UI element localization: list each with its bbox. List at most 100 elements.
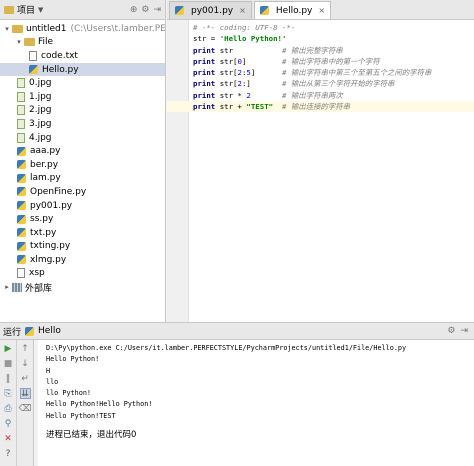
tree-item[interactable]: xlmg.py xyxy=(0,253,165,267)
tree-item-label: Hello.py xyxy=(42,64,79,75)
code-token: str[ xyxy=(215,56,238,66)
hide-icon[interactable]: ⇥ xyxy=(460,326,468,336)
tree-item[interactable]: code.txt xyxy=(0,49,165,63)
print-icon[interactable]: ⎙ xyxy=(3,403,14,414)
tree-item[interactable]: txting.py xyxy=(0,240,165,254)
tree-item-label: 外部库 xyxy=(25,283,53,294)
tree-item-label: txting.py xyxy=(30,241,71,252)
soft-wrap-icon[interactable]: ↵ xyxy=(20,373,31,384)
tree-item[interactable]: aaa.py xyxy=(0,144,165,158)
code-token: # 输出字符串两次 xyxy=(282,90,343,100)
tree-item-label: code.txt xyxy=(41,50,78,61)
tree-item-label: xsp xyxy=(29,268,45,279)
close-icon[interactable]: × xyxy=(239,6,246,15)
tree-item[interactable]: 3.jpg xyxy=(0,117,165,131)
tree-item-path: (C:\Users\t.lamber.PERFECTSTYLE... xyxy=(70,23,165,34)
python-file-icon xyxy=(17,241,26,251)
tree-item[interactable]: txt.py xyxy=(0,226,165,240)
arrow-down-icon[interactable]: ↓ xyxy=(20,358,31,369)
code-token: str[ xyxy=(215,79,238,89)
chevron-right-icon[interactable]: ▸ xyxy=(3,283,11,291)
folder-icon xyxy=(12,24,23,33)
tree-item[interactable]: xsp xyxy=(0,267,165,281)
sync-icon[interactable]: ⊕ xyxy=(130,5,138,15)
editor-tab[interactable]: py001.py × xyxy=(169,1,252,19)
gear-icon[interactable]: ⚙ xyxy=(141,5,149,15)
tree-item[interactable]: Hello.py xyxy=(0,62,165,77)
tree-item[interactable]: ber.py xyxy=(0,158,165,172)
console-line: Hello Python!TEST xyxy=(46,411,116,420)
project-panel-header[interactable]: 项目 ▼ ⊕ ⚙ ⇥ xyxy=(0,0,165,20)
code-line[interactable]: print str[0] # 输出字符串中的第一个字符 xyxy=(193,56,474,67)
code-token: print xyxy=(193,68,216,78)
code-token: print xyxy=(193,56,216,66)
tree-item[interactable]: lam.py xyxy=(0,172,165,186)
arrow-up-icon[interactable]: ↑ xyxy=(20,343,31,354)
python-file-icon xyxy=(17,228,26,238)
tree-item[interactable]: ss.py xyxy=(0,212,165,226)
code-token: print xyxy=(193,45,216,55)
pause-icon[interactable]: ‖ xyxy=(3,373,14,384)
tree-item[interactable]: OpenFine.py xyxy=(0,185,165,199)
tree-item[interactable]: ▾ untitled1(C:\Users\t.lamber.PERFECTSTYL… xyxy=(0,22,165,36)
python-file-icon xyxy=(29,65,38,75)
tree-item[interactable]: 1.jpg xyxy=(0,90,165,104)
code-line[interactable]: print str * 2 # 输出字符串两次 xyxy=(193,90,474,101)
code-token: print xyxy=(193,102,216,112)
editor-tab[interactable]: Hello.py × xyxy=(253,1,332,19)
tree-item-label: 2.jpg xyxy=(29,105,52,116)
code-token: # -*- coding: UTF-8 -*- xyxy=(193,23,296,32)
code-line[interactable]: print str[2:5] # 输出字符串中第三个至第五个之间的字符串 xyxy=(193,67,474,78)
run-toolbar-primary: ▶ ■ ‖ ⎘ ⎙ ⚲ ✕ ? xyxy=(0,340,17,466)
tree-item-label: File xyxy=(38,37,54,48)
restore-layout-icon[interactable]: ⎘ xyxy=(3,388,14,399)
close-icon[interactable]: ✕ xyxy=(3,433,14,444)
code-line[interactable]: print str # 输出完整字符串 xyxy=(193,45,474,56)
hide-icon[interactable]: ⇥ xyxy=(153,5,161,15)
editor-gutter[interactable] xyxy=(167,20,189,322)
code-area[interactable]: # -*- coding: UTF-8 -*- str = 'Hello Pyth… xyxy=(167,22,474,113)
code-token: 'Hello Python!' xyxy=(219,34,287,44)
python-file-icon xyxy=(17,255,26,265)
stop-icon[interactable]: ■ xyxy=(3,358,14,369)
code-token: # 输出字符串中的第一个字符 xyxy=(282,56,380,66)
python-file-icon xyxy=(259,6,269,15)
close-icon[interactable]: × xyxy=(318,6,325,15)
tree-item-label: OpenFine.py xyxy=(30,186,87,197)
library-icon xyxy=(12,282,22,292)
code-line[interactable]: print str[2:] # 输出从第三个字符开始的字符串 xyxy=(193,78,474,89)
tree-item[interactable]: 4.jpg xyxy=(0,131,165,145)
chevron-down-icon[interactable]: ▼ xyxy=(38,6,43,14)
code-token: str xyxy=(215,45,282,55)
tree-item-label: txt.py xyxy=(30,227,57,238)
chevron-down-icon[interactable]: ▾ xyxy=(3,25,11,33)
code-line[interactable]: str = 'Hello Python!' xyxy=(193,33,474,44)
code-line[interactable]: # -*- coding: UTF-8 -*- xyxy=(193,22,474,33)
python-file-icon xyxy=(17,201,26,211)
clear-all-icon[interactable]: ⌫ xyxy=(19,403,32,414)
rerun-icon[interactable]: ▶ xyxy=(3,343,14,354)
run-config-name[interactable]: Hello xyxy=(38,326,61,336)
tree-item[interactable]: ▾ File xyxy=(0,36,165,50)
tree-item-label: untitled1 xyxy=(26,23,67,34)
image-file-icon xyxy=(17,105,25,116)
tree-item[interactable]: 2.jpg xyxy=(0,104,165,118)
tree-item[interactable]: 0.jpg xyxy=(0,76,165,90)
python-file-icon xyxy=(17,146,26,156)
help-icon[interactable]: ? xyxy=(3,448,14,459)
project-panel-title: 项目 xyxy=(17,6,36,16)
code-line[interactable]: print str + "TEST" # 输出连接的字符串 xyxy=(167,101,474,113)
tree-item[interactable]: py001.py xyxy=(0,199,165,213)
run-console-output[interactable]: D:\Py\python.exe C:/Users/it.lamber.PERF… xyxy=(38,340,474,466)
python-file-icon xyxy=(17,173,26,183)
chevron-down-icon[interactable]: ▾ xyxy=(15,38,23,46)
scroll-to-end-icon[interactable]: ⇊ xyxy=(19,388,31,399)
pin-icon[interactable]: ⚲ xyxy=(3,418,14,429)
project-tree: ▾untitled1(C:\Users\t.lamber.PERFECTSTYL… xyxy=(0,20,165,294)
image-file-icon xyxy=(17,132,25,143)
folder-icon xyxy=(24,38,35,47)
code-token: :] xyxy=(241,79,282,89)
tree-item[interactable]: ▸ 外部库 xyxy=(0,280,165,294)
gear-icon[interactable]: ⚙ xyxy=(447,326,455,336)
code-token: # 输出完整字符串 xyxy=(282,45,343,55)
